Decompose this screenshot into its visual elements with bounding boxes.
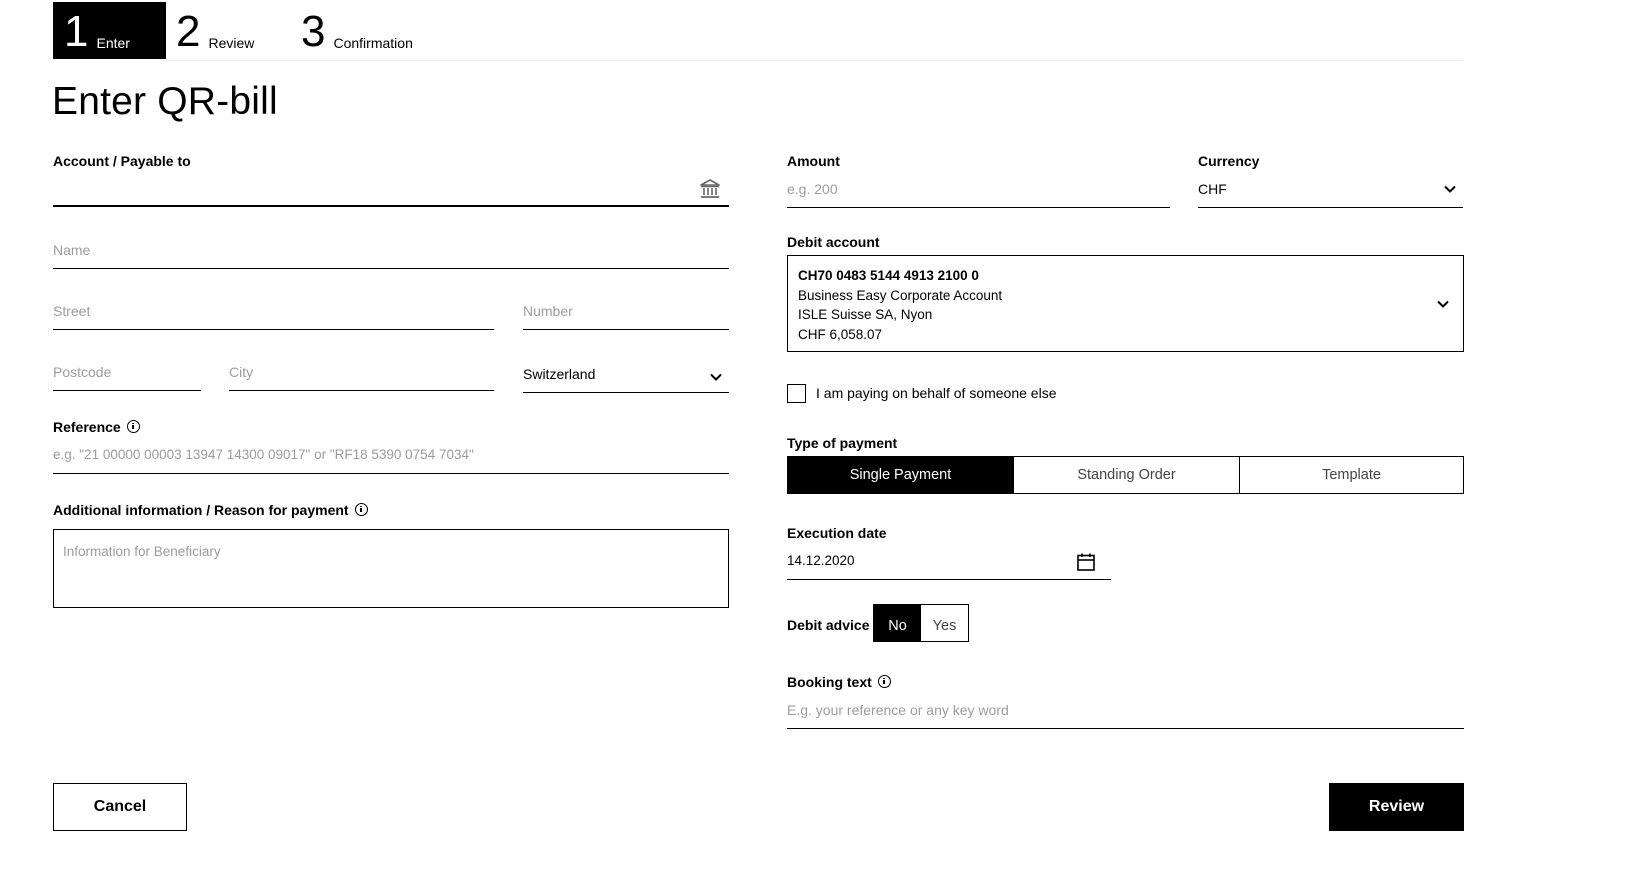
debit-advice-no[interactable]: No (874, 605, 921, 641)
currency-label: Currency (1198, 153, 1260, 169)
behalf-checkbox[interactable] (787, 384, 806, 403)
currency-select[interactable]: CHF (1198, 172, 1463, 208)
execution-date-value: 14.12.2020 (787, 553, 855, 568)
info-icon[interactable] (877, 674, 891, 688)
step-label: Enter (96, 35, 130, 51)
execution-date-field[interactable]: 14.12.2020 (787, 544, 1111, 580)
booking-text-field[interactable]: E.g. your reference or any key word (787, 693, 1464, 729)
step-number: 2 (176, 7, 201, 56)
amount-placeholder: e.g. 200 (787, 181, 838, 197)
country-value: Switzerland (523, 366, 596, 382)
street-field[interactable]: Street (53, 295, 494, 330)
review-button[interactable]: Review (1329, 783, 1464, 831)
debit-advice-yes[interactable]: Yes (921, 605, 968, 641)
number-field[interactable]: Number (523, 295, 729, 330)
payment-type-template[interactable]: Template (1239, 457, 1463, 493)
execution-date-label: Execution date (787, 525, 887, 541)
reference-label: Reference (53, 419, 140, 435)
payment-type-segmented: Single Payment Standing Order Template (787, 456, 1464, 494)
currency-value: CHF (1198, 181, 1227, 197)
booking-text-placeholder: E.g. your reference or any key word (787, 702, 1009, 718)
additional-info-textarea[interactable]: Information for Beneficiary (53, 529, 729, 608)
street-placeholder: Street (53, 303, 91, 319)
booking-text-label-text: Booking text (787, 674, 872, 690)
payment-type-standing-order[interactable]: Standing Order (1013, 457, 1239, 493)
page-title: Enter QR-bill (52, 80, 278, 123)
step-label: Review (208, 35, 255, 51)
calendar-icon[interactable] (1076, 552, 1096, 572)
step-confirmation[interactable]: 3 Confirmation (301, 2, 413, 59)
behalf-checkbox-label[interactable]: I am paying on behalf of someone else (816, 385, 1057, 401)
step-number: 1 (64, 7, 89, 56)
debit-account-name: Business Easy Corporate Account (798, 287, 1003, 303)
debit-advice-label: Debit advice (787, 617, 870, 633)
payment-type-single[interactable]: Single Payment (788, 457, 1013, 493)
step-number: 3 (301, 7, 326, 56)
cancel-button[interactable]: Cancel (53, 783, 187, 831)
reference-placeholder: e.g. "21 00000 00003 13947 14300 09017" … (53, 447, 474, 462)
city-placeholder: City (229, 364, 254, 380)
chevron-down-icon (1436, 297, 1450, 311)
type-of-payment-label: Type of payment (787, 435, 898, 451)
debit-account-label: Debit account (787, 234, 880, 250)
stepper-divider (166, 60, 1463, 61)
booking-text-label: Booking text (787, 674, 891, 690)
debit-account-holder: ISLE Suisse SA, Nyon (798, 307, 933, 322)
country-select[interactable]: Switzerland (523, 357, 729, 393)
info-icon[interactable] (126, 419, 140, 433)
step-enter[interactable]: 1 Enter (53, 2, 166, 59)
debit-account-balance: CHF 6,058.07 (798, 326, 883, 342)
city-field[interactable]: City (229, 356, 494, 391)
debit-advice-toggle: No Yes (873, 604, 969, 642)
step-label: Confirmation (333, 35, 413, 51)
name-field[interactable]: Name (53, 233, 729, 269)
debit-account-iban: CH70 0483 5144 4913 2100 0 (798, 268, 979, 283)
chevron-down-icon (709, 370, 723, 384)
number-placeholder: Number (523, 303, 573, 319)
account-label: Account / Payable to (53, 153, 191, 169)
name-placeholder: Name (53, 242, 91, 258)
chevron-down-icon (1443, 182, 1457, 196)
amount-label: Amount (787, 153, 840, 169)
reference-field[interactable]: e.g. "21 00000 00003 13947 14300 09017" … (53, 440, 729, 474)
reference-label-text: Reference (53, 419, 121, 435)
info-icon[interactable] (354, 502, 368, 516)
additional-info-label: Additional information / Reason for paym… (53, 502, 368, 518)
additional-info-label-text: Additional information / Reason for paym… (53, 502, 349, 518)
bank-icon[interactable] (699, 178, 721, 200)
postcode-placeholder: Postcode (53, 364, 112, 380)
account-field[interactable] (53, 172, 729, 207)
amount-field[interactable]: e.g. 200 (787, 172, 1170, 208)
postcode-field[interactable]: Postcode (53, 356, 201, 391)
debit-account-select[interactable]: CH70 0483 5144 4913 2100 0 Business Easy… (787, 255, 1464, 352)
additional-info-placeholder: Information for Beneficiary (63, 544, 221, 559)
step-review[interactable]: 2 Review (176, 2, 254, 59)
